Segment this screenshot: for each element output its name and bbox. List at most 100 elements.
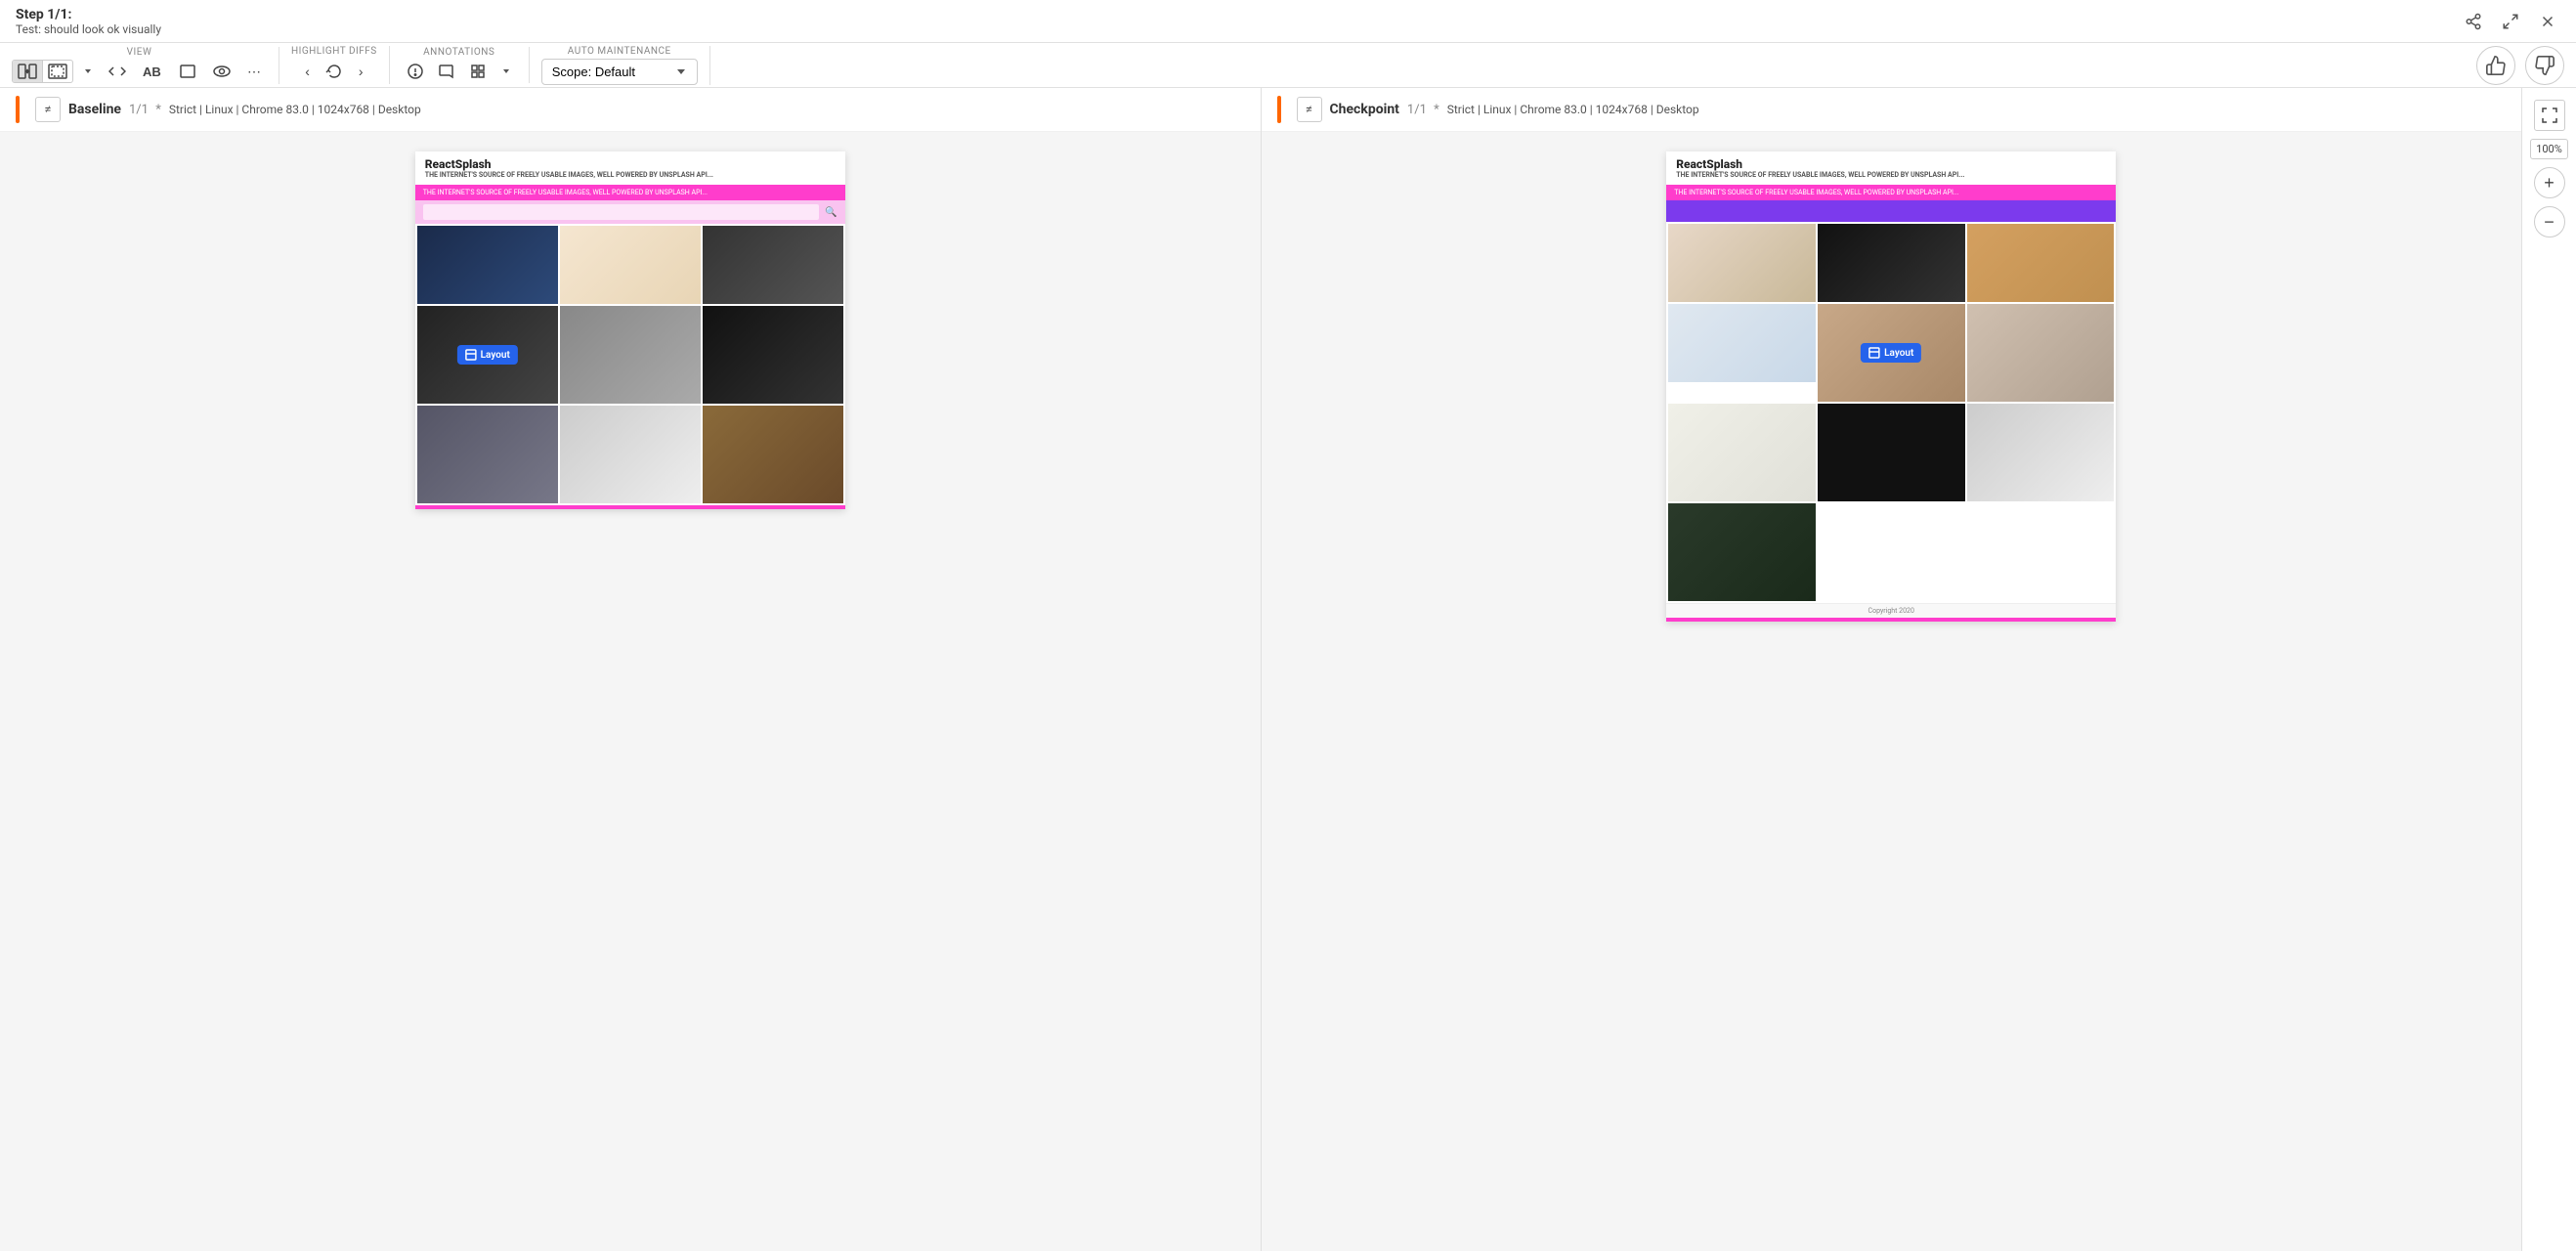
baseline-panel: ≠ Baseline 1/1 * Strict | Linux | Chrome…	[0, 88, 1261, 1251]
more-options-button[interactable]: ⋯	[241, 60, 267, 84]
toolbar-view-section: VIEW AB	[12, 47, 279, 84]
checkpoint-rs-pinkbar: THE INTERNET'S SOURCE OF FREELY USABLE I…	[1666, 185, 2116, 200]
toolbar-annotations-section: ANNOTATIONS	[390, 47, 530, 83]
baseline-neq-badge[interactable]: ≠	[35, 97, 61, 122]
zoom-out-button[interactable]: −	[2534, 206, 2565, 237]
checkpoint-neq-badge[interactable]: ≠	[1297, 97, 1322, 122]
baseline-rs-header: ReactSplash THE INTERNET'S SOURCE OF FRE…	[415, 151, 845, 185]
view-controls: AB ⋯	[12, 60, 267, 84]
auto-maintenance-controls: Scope: Default	[541, 59, 698, 85]
baseline-cell-5	[560, 306, 701, 404]
baseline-rs-logo: ReactSplash THE INTERNET'S SOURCE OF FRE…	[425, 157, 713, 179]
comment-annotation-button[interactable]	[433, 60, 460, 83]
alert-annotation-button[interactable]	[402, 60, 429, 83]
toolbar-highlight-section: HIGHLIGHT DIFFS ‹ ›	[279, 46, 390, 84]
checkpoint-cell-8	[1818, 404, 1965, 501]
thumb-buttons	[2465, 46, 2564, 85]
fit-screen-button[interactable]	[2534, 100, 2565, 131]
checkpoint-rs-footer: Copyright 2020	[1666, 603, 2116, 618]
code-view-button[interactable]	[103, 60, 132, 83]
baseline-meta: Strict | Linux | Chrome 83.0 | 1024x768 …	[169, 103, 421, 116]
toolbar: VIEW AB	[0, 43, 2576, 88]
baseline-rs-search-input[interactable]	[423, 204, 820, 220]
svg-text:AB: AB	[143, 65, 161, 79]
thumbs-up-button[interactable]	[2476, 46, 2515, 85]
baseline-fraction: 1/1 *	[129, 103, 161, 117]
baseline-cell-9	[703, 406, 843, 503]
eye-button[interactable]	[206, 60, 237, 83]
auto-maintenance-group: AUTO MAINTENANCE Scope: Default	[541, 46, 698, 85]
baseline-rs-footer-pink	[415, 505, 845, 509]
zoom-level-display[interactable]: 100%	[2530, 139, 2568, 159]
top-bar: Step 1/1: Test: should look ok visually	[0, 0, 2576, 43]
ab-view-button[interactable]: AB	[136, 60, 169, 83]
baseline-cell-6	[703, 306, 843, 404]
highlight-group: HIGHLIGHT DIFFS ‹ ›	[291, 46, 377, 84]
baseline-body: ReactSplash THE INTERNET'S SOURCE OF FRE…	[0, 132, 1261, 1251]
baseline-header: ≠ Baseline 1/1 * Strict | Linux | Chrome…	[0, 88, 1261, 132]
crop-button[interactable]	[173, 60, 202, 83]
step-title: Step 1/1:	[16, 7, 161, 22]
baseline-layout-badge: Layout	[457, 345, 518, 365]
baseline-screenshot: ReactSplash THE INTERNET'S SOURCE OF FRE…	[415, 151, 845, 509]
highlight-label: HIGHLIGHT DIFFS	[291, 46, 377, 57]
baseline-cell-1	[417, 226, 558, 304]
view-group: VIEW AB	[12, 47, 267, 84]
highlight-controls: ‹ ›	[299, 59, 368, 84]
checkpoint-cell-4	[1668, 304, 1816, 382]
thumbs-down-button[interactable]	[2525, 46, 2564, 85]
checkpoint-header: ≠ Checkpoint 1/1 * Strict | Linux | Chro…	[1262, 88, 2522, 132]
checkpoint-cell-1	[1668, 224, 1816, 302]
fullscreen-button[interactable]	[2498, 9, 2523, 34]
baseline-cell-8	[560, 406, 701, 503]
side-by-side-view-button[interactable]	[13, 61, 43, 82]
annotation-dropdown-button[interactable]	[495, 63, 517, 80]
baseline-cell-3	[703, 226, 843, 304]
baseline-title: Baseline	[68, 102, 121, 117]
checkpoint-rs-footer-pink	[1666, 618, 2116, 622]
view-label: VIEW	[127, 47, 152, 58]
toolbar-auto-maintenance-section: AUTO MAINTENANCE Scope: Default	[530, 46, 710, 85]
overlay-view-button[interactable]	[43, 61, 72, 82]
share-button[interactable]	[2461, 9, 2486, 34]
baseline-cell-4: Layout	[417, 306, 558, 404]
region-annotation-button[interactable]	[464, 60, 492, 83]
checkpoint-cell-9	[1967, 404, 2115, 501]
baseline-cell-2	[560, 226, 701, 304]
scope-label: Scope: Default	[552, 65, 635, 79]
checkpoint-rs-header: ReactSplash THE INTERNET'S SOURCE OF FRE…	[1666, 151, 2116, 185]
checkpoint-cell-2	[1818, 224, 1965, 302]
checkpoint-layout-badge: Layout	[1861, 343, 1921, 363]
auto-maintenance-label: AUTO MAINTENANCE	[568, 46, 671, 57]
baseline-rs-grid: Layout	[415, 224, 845, 505]
baseline-rs-pinkbar: THE INTERNET'S SOURCE OF FREELY USABLE I…	[415, 185, 845, 200]
baseline-rs-search-icon: 🔍	[825, 207, 837, 218]
checkpoint-rs-purplebar	[1666, 200, 2116, 222]
close-button[interactable]	[2535, 9, 2560, 34]
right-sidebar: 100% + −	[2521, 88, 2576, 1251]
checkpoint-meta: Strict | Linux | Chrome 83.0 | 1024x768 …	[1447, 103, 1699, 116]
zoom-in-button[interactable]: +	[2534, 167, 2565, 198]
test-subtitle: Test: should look ok visually	[16, 22, 161, 36]
view-toggle	[12, 60, 73, 83]
baseline-cell-7	[417, 406, 558, 503]
checkpoint-cell-3	[1967, 224, 2115, 302]
checkpoint-screenshot: ReactSplash THE INTERNET'S SOURCE OF FRE…	[1666, 151, 2116, 622]
view-dropdown-button[interactable]	[77, 63, 99, 80]
annotations-label: ANNOTATIONS	[423, 47, 494, 58]
next-diff-button[interactable]: ›	[353, 60, 369, 83]
annotations-controls	[402, 60, 517, 83]
annotations-group: ANNOTATIONS	[402, 47, 517, 83]
checkpoint-panel: ≠ Checkpoint 1/1 * Strict | Linux | Chro…	[1261, 88, 2522, 1251]
checkpoint-cell-10	[1668, 503, 1816, 601]
checkpoint-rs-logo: ReactSplash THE INTERNET'S SOURCE OF FRE…	[1676, 157, 1964, 179]
checkpoint-cell-7	[1668, 404, 1816, 501]
scope-dropdown-button[interactable]: Scope: Default	[541, 59, 698, 85]
checkpoint-diff-indicator	[1277, 96, 1281, 123]
top-bar-left: Step 1/1: Test: should look ok visually	[16, 7, 161, 36]
checkpoint-title: Checkpoint	[1330, 102, 1399, 117]
refresh-diff-button[interactable]	[320, 59, 349, 84]
baseline-diff-indicator	[16, 96, 20, 123]
checkpoint-body: ReactSplash THE INTERNET'S SOURCE OF FRE…	[1262, 132, 2522, 1251]
prev-diff-button[interactable]: ‹	[299, 60, 316, 83]
